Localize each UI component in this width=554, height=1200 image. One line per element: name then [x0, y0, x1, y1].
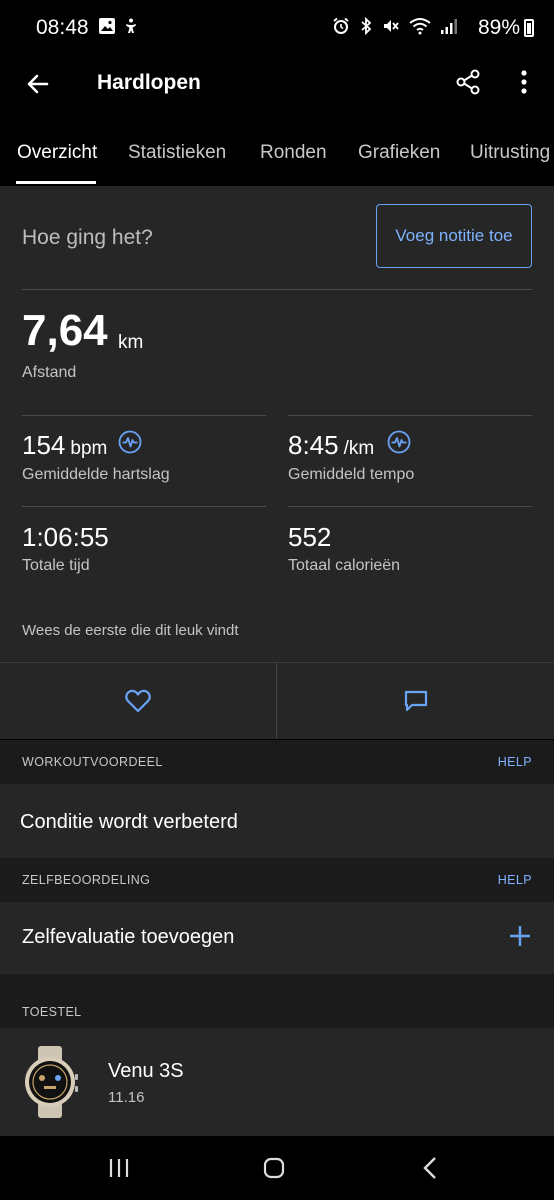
more-options-button[interactable] [506, 64, 542, 100]
divider [22, 506, 266, 507]
share-button[interactable] [450, 64, 486, 100]
bluetooth-icon [361, 17, 372, 35]
add-note-label: Voeg notitie toe [395, 226, 513, 245]
workout-benefit-help-link[interactable]: HELP [498, 755, 532, 769]
share-icon [456, 69, 480, 95]
page-title: Hardlopen [97, 71, 201, 94]
section-title: WORKOUTVOORDEEL [22, 755, 163, 769]
arrow-left-icon [27, 74, 49, 94]
section-title: TOESTEL [22, 1005, 82, 1019]
pace-unit: /km [343, 438, 375, 459]
pace-value: 8:45 [288, 430, 339, 460]
section-title: ZELFBEOORDELING [22, 873, 151, 887]
status-time: 08:48 [36, 16, 89, 39]
heart-rate-graph-icon[interactable] [118, 430, 142, 454]
summary-card: Hoe ging het? Voeg notitie toe 7,64 km A… [0, 186, 554, 662]
self-eval-text: Zelfevaluatie toevoegen [22, 926, 235, 948]
divider [288, 506, 532, 507]
divider [22, 415, 266, 416]
wifi-icon [409, 18, 431, 35]
distance-label: Afstand [22, 364, 77, 381]
workout-benefit-text: Conditie wordt verbeterd [20, 811, 238, 833]
divider [288, 415, 532, 416]
pace-stat: 8:45/km [288, 430, 374, 461]
tab-statistieken[interactable]: Statistieken [128, 142, 226, 164]
tab-grafieken[interactable]: Grafieken [358, 142, 440, 164]
device-header: TOESTEL [0, 974, 554, 1028]
feedback-prompt: Hoe ging het? [22, 226, 153, 249]
tab-overzicht[interactable]: Overzicht [17, 142, 97, 164]
recent-apps-button[interactable] [99, 1152, 139, 1184]
device-card[interactable]: Venu 3S 11.16 [0, 1028, 554, 1136]
distance-value: 7,64 [22, 306, 108, 355]
comment-icon [404, 690, 427, 712]
heart-rate-value: 154 [22, 430, 66, 460]
status-bar: 08:48 89% [0, 0, 554, 56]
heart-rate-label: Gemiddelde hartslag [22, 466, 170, 483]
home-icon [263, 1157, 285, 1179]
divider [22, 289, 532, 290]
tab-bar: Overzicht Statistieken Ronden Grafieken … [0, 116, 554, 186]
pace-graph-icon[interactable] [387, 430, 411, 454]
like-prompt: Wees de eerste die dit leuk vindt [22, 622, 239, 639]
total-time-label: Totale tijd [22, 557, 90, 574]
add-note-button[interactable]: Voeg notitie toe [376, 204, 532, 268]
heart-rate-unit: bpm [70, 438, 108, 459]
self-eval-card[interactable]: Zelfevaluatie toevoegen [0, 902, 554, 974]
watch-image [25, 1046, 78, 1118]
distance-unit: km [118, 332, 144, 353]
active-tab-indicator [16, 181, 96, 184]
tab-ronden[interactable]: Ronden [260, 142, 327, 164]
more-vertical-icon [521, 70, 527, 94]
self-eval-help-link[interactable]: HELP [498, 873, 532, 887]
workout-benefit-card[interactable]: Conditie wordt verbeterd [0, 784, 554, 858]
system-back-button[interactable] [410, 1152, 450, 1184]
accessibility-icon [126, 18, 136, 33]
mute-icon [384, 20, 399, 32]
recent-apps-icon [109, 1159, 129, 1177]
add-self-eval-button[interactable] [504, 920, 536, 952]
back-button[interactable] [20, 66, 56, 102]
signal-icon [441, 19, 457, 34]
alarm-icon [333, 17, 349, 34]
device-name: Venu 3S [108, 1060, 184, 1082]
home-button[interactable] [254, 1152, 294, 1184]
battery-percentage: 89% [477, 16, 520, 39]
battery-icon [524, 19, 534, 37]
workout-benefit-header: WORKOUTVOORDEEL HELP [0, 740, 554, 784]
heart-rate-stat: 154 bpm [22, 430, 107, 461]
self-eval-header: ZELFBEOORDELING HELP [0, 858, 554, 902]
plus-icon [510, 926, 530, 946]
app-bar: Hardlopen [0, 56, 554, 116]
tab-uitrusting[interactable]: Uitrusting [470, 142, 550, 164]
system-nav-bar [0, 1136, 554, 1200]
chevron-left-icon [423, 1157, 436, 1179]
like-button[interactable] [0, 663, 276, 739]
device-version: 11.16 [108, 1089, 145, 1106]
total-time-value: 1:06:55 [22, 522, 109, 552]
pace-label: Gemiddeld tempo [288, 466, 415, 483]
calories-label: Totaal calorieën [288, 557, 401, 574]
comment-button[interactable] [277, 663, 554, 739]
heart-icon [125, 689, 151, 713]
social-actions [0, 663, 554, 739]
calories-value: 552 [288, 522, 332, 552]
image-icon [99, 18, 115, 34]
